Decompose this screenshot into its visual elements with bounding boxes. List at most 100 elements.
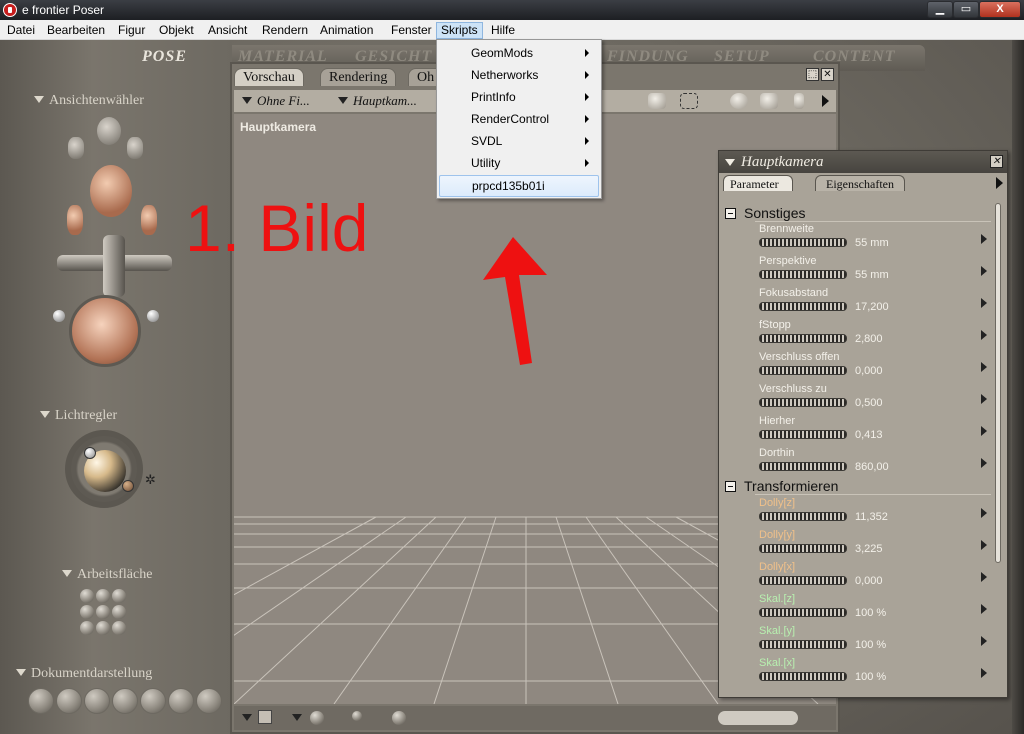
menu-objekt[interactable]: Objekt xyxy=(155,22,198,39)
toolbar-more-arrow-icon[interactable] xyxy=(822,95,829,107)
menu-ansicht[interactable]: Ansicht xyxy=(204,22,251,39)
menu-animation[interactable]: Animation xyxy=(316,22,377,39)
frame-slider-track[interactable] xyxy=(718,711,798,725)
tab-eigenschaften[interactable]: Eigenschaften xyxy=(815,175,905,191)
menu-skripts[interactable]: Skripts xyxy=(436,22,483,39)
param-value[interactable]: 11,352 xyxy=(855,511,888,523)
camera-ball-icon[interactable] xyxy=(96,589,110,603)
param-menu-arrow-icon[interactable] xyxy=(981,604,987,614)
display-style-ball-icon[interactable] xyxy=(28,688,54,714)
light-handle-icon[interactable] xyxy=(84,447,96,459)
display-style-ball-icon[interactable] xyxy=(112,688,138,714)
left-palm-icon[interactable] xyxy=(67,205,83,235)
param-menu-arrow-icon[interactable] xyxy=(981,572,987,582)
camera-ball-icon[interactable] xyxy=(112,605,126,619)
param-menu-arrow-icon[interactable] xyxy=(981,298,987,308)
left-hand-icon[interactable] xyxy=(68,137,84,159)
param-value[interactable]: 55 mm xyxy=(855,269,889,281)
parameter-dial[interactable] xyxy=(759,672,847,681)
menu-figur[interactable]: Figur xyxy=(114,22,149,39)
display-style-ball-icon[interactable] xyxy=(140,688,166,714)
menu-item-printinfo[interactable]: PrintInfo xyxy=(439,86,599,108)
param-value[interactable]: 100 % xyxy=(855,639,886,651)
menu-item-netherworks[interactable]: Netherworks xyxy=(439,64,599,86)
parameter-dial[interactable] xyxy=(759,238,847,247)
rotate-tool-icon[interactable] xyxy=(730,93,748,109)
display-style-ball-icon[interactable] xyxy=(168,688,194,714)
close-button[interactable]: X xyxy=(979,1,1021,18)
dropdown-arrow-icon[interactable] xyxy=(242,714,252,721)
param-value[interactable]: 860,00 xyxy=(855,461,889,473)
camera-ball-icon[interactable] xyxy=(96,605,110,619)
group-sonstiges[interactable]: Sonstiges xyxy=(725,204,805,222)
param-verschluss-zu[interactable]: Verschluss zu 0,500 xyxy=(755,383,991,415)
small-sphere-icon[interactable] xyxy=(147,310,159,322)
face-head-icon[interactable] xyxy=(90,165,132,217)
param-value[interactable]: 55 mm xyxy=(855,237,889,249)
param-skal-x[interactable]: Skal.[x] 100 % xyxy=(755,657,991,689)
param-menu-arrow-icon[interactable] xyxy=(981,458,987,468)
ground-ball-icon[interactable] xyxy=(352,711,362,721)
menu-bearbeiten[interactable]: Bearbeiten xyxy=(43,22,109,39)
palette-menu-arrow-icon[interactable] xyxy=(996,177,1003,189)
camera-ball-icon[interactable] xyxy=(80,605,94,619)
small-sphere-icon[interactable] xyxy=(53,310,65,322)
parameter-dial[interactable] xyxy=(759,398,847,407)
param-value[interactable]: 17,200 xyxy=(855,301,889,313)
display-style-ball-icon[interactable] xyxy=(56,688,82,714)
camera-ball-icon[interactable] xyxy=(80,621,94,635)
parameter-dial[interactable] xyxy=(759,302,847,311)
menu-fenster[interactable]: Fenster xyxy=(387,22,436,39)
param-menu-arrow-icon[interactable] xyxy=(981,362,987,372)
menu-rendern[interactable]: Rendern xyxy=(258,22,312,39)
menu-item-geommods[interactable]: GeomMods xyxy=(439,42,599,64)
scale-tool-icon[interactable] xyxy=(794,93,804,109)
param-dolly-x[interactable]: Dolly[x] 0,000 xyxy=(755,561,991,593)
param-menu-arrow-icon[interactable] xyxy=(981,636,987,646)
parameter-dial[interactable] xyxy=(759,366,847,375)
param-fokusabstand[interactable]: Fokusabstand 17,200 xyxy=(755,287,991,319)
move-cross-vertical-icon[interactable] xyxy=(103,235,125,297)
menu-item-utility[interactable]: Utility xyxy=(439,152,599,174)
param-fstopp[interactable]: fStopp 2,800 xyxy=(755,319,991,351)
background-color-swatch[interactable] xyxy=(258,710,272,724)
group-transformieren[interactable]: Transformieren xyxy=(725,477,838,495)
collapse-box-icon[interactable] xyxy=(725,481,736,492)
param-verschluss-offen[interactable]: Verschluss offen 0,000 xyxy=(755,351,991,383)
camera-ball-icon[interactable] xyxy=(96,621,110,635)
param-brennweite[interactable]: Brennweite 55 mm xyxy=(755,223,991,255)
param-menu-arrow-icon[interactable] xyxy=(981,266,987,276)
dropdown-arrow-icon[interactable] xyxy=(292,714,302,721)
camera-ball-icon[interactable] xyxy=(112,621,126,635)
close-document-button[interactable]: ✕ xyxy=(821,68,834,81)
parameter-dial[interactable] xyxy=(759,430,847,439)
workspace-section-header[interactable]: Arbeitsfläche xyxy=(62,567,152,583)
param-value[interactable]: 0,000 xyxy=(855,575,883,587)
tab-parameter[interactable]: Parameter xyxy=(723,175,793,191)
menu-item-svdl[interactable]: SVDL xyxy=(439,130,599,152)
menu-item-rendercontrol[interactable]: RenderControl xyxy=(439,108,599,130)
poser-app-icon[interactable] xyxy=(3,3,17,17)
param-value[interactable]: 2,800 xyxy=(855,333,883,345)
param-value[interactable]: 0,500 xyxy=(855,397,883,409)
tab-rendering[interactable]: Rendering xyxy=(320,68,397,86)
tab-vorschau[interactable]: Vorschau xyxy=(234,68,304,86)
menu-hilfe[interactable]: Hilfe xyxy=(487,22,519,39)
param-value[interactable]: 100 % xyxy=(855,671,886,683)
minimize-button[interactable]: ▁ xyxy=(927,1,953,18)
parameter-dial[interactable] xyxy=(759,608,847,617)
maximize-button[interactable]: ▭ xyxy=(953,1,979,18)
camera-ball-icon[interactable] xyxy=(80,589,94,603)
param-menu-arrow-icon[interactable] xyxy=(981,394,987,404)
translate-tool-icon[interactable] xyxy=(760,93,778,109)
float-window-button[interactable]: ⬚ xyxy=(806,68,819,81)
shadow-ball-icon[interactable] xyxy=(310,711,324,725)
collapse-box-icon[interactable] xyxy=(725,208,736,219)
param-value[interactable]: 0,413 xyxy=(855,429,883,441)
param-perspektive[interactable]: Perspektive 55 mm xyxy=(755,255,991,287)
param-menu-arrow-icon[interactable] xyxy=(981,426,987,436)
display-style-ball-icon[interactable] xyxy=(196,688,222,714)
palette-menu-triangle-icon[interactable] xyxy=(725,159,735,166)
param-skal-z[interactable]: Skal.[z] 100 % xyxy=(755,593,991,625)
body-part-selector[interactable] xyxy=(45,115,185,367)
